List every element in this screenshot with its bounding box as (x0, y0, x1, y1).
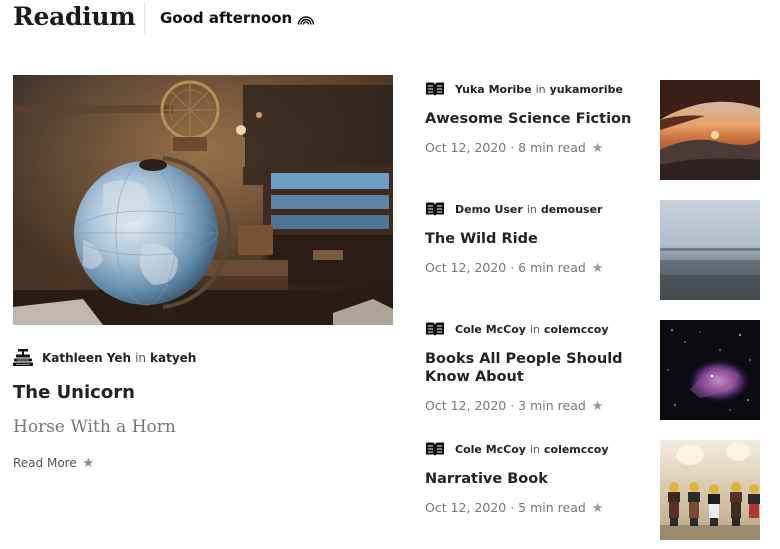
open-book-icon (425, 81, 445, 97)
open-book-icon (425, 321, 445, 337)
story-in-word: in (535, 82, 546, 96)
story-in-word: in (526, 202, 537, 216)
story-publication-link[interactable]: yukamoribe (550, 83, 623, 96)
story-thumbnail[interactable] (660, 80, 760, 180)
story-meta: Yuka Moribe in yukamoribe (425, 80, 623, 98)
story-info: Oct 12, 2020 · 8 min read ★ (425, 140, 604, 156)
open-book-icon (425, 441, 445, 457)
story-read-time: 8 min read (518, 140, 586, 155)
star-icon[interactable]: ★ (83, 456, 95, 471)
story-publication-link[interactable]: colemccoy (544, 443, 609, 456)
story-title[interactable]: Narrative Book (425, 470, 645, 488)
featured-story-image[interactable] (13, 75, 393, 325)
story-read-time: 6 min read (518, 260, 586, 275)
featured-publication-link[interactable]: katyeh (150, 351, 196, 365)
story-author-link[interactable]: Yuka Moribe (455, 83, 532, 96)
story-thumbnail[interactable] (660, 200, 760, 300)
story-publication-link[interactable]: colemccoy (544, 323, 609, 336)
story-publication-link[interactable]: demouser (541, 203, 603, 216)
story-title[interactable]: Books All People Should Know About (425, 350, 645, 386)
story-date: Oct 12, 2020 (425, 140, 507, 155)
star-icon[interactable]: ★ (592, 399, 604, 414)
star-icon[interactable]: ★ (592, 501, 604, 516)
story-thumbnail[interactable] (660, 320, 760, 420)
book-stack-icon (13, 349, 33, 367)
featured-author-link[interactable]: Kathleen Yeh (42, 351, 131, 365)
featured-in-word: in (135, 351, 147, 365)
read-more-link[interactable]: Read More ★ (13, 456, 94, 471)
story-author-link[interactable]: Cole McCoy (455, 443, 526, 456)
rainbow-icon (297, 11, 315, 25)
story-date: Oct 12, 2020 (425, 398, 507, 413)
story-date: Oct 12, 2020 (425, 500, 507, 515)
greeting: Good afternoon (160, 9, 315, 27)
header-divider (144, 2, 145, 34)
story-meta: Cole McCoy in colemccoy (425, 440, 609, 458)
story-info: Oct 12, 2020 · 6 min read ★ (425, 260, 604, 276)
open-book-icon (425, 201, 445, 217)
story-in-word: in (529, 442, 540, 456)
story-card[interactable]: Cole McCoy in colemccoy Narrative Book O… (425, 440, 760, 540)
story-card[interactable]: Cole McCoy in colemccoy Books All People… (425, 320, 760, 420)
featured-story-meta: Kathleen Yeh in katyeh (13, 349, 196, 367)
story-meta: Demo User in demouser (425, 200, 602, 218)
story-card[interactable]: Demo User in demouser The Wild Ride Oct … (425, 200, 760, 300)
greeting-text: Good afternoon (160, 9, 293, 27)
story-meta: Cole McCoy in colemccoy (425, 320, 609, 338)
story-thumbnail[interactable] (660, 440, 760, 540)
story-info: Oct 12, 2020 · 5 min read ★ (425, 500, 604, 516)
featured-story-title[interactable]: The Unicorn (13, 382, 135, 403)
story-title[interactable]: Awesome Science Fiction (425, 110, 645, 128)
story-read-time: 5 min read (518, 500, 586, 515)
story-card[interactable]: Yuka Moribe in yukamoribe Awesome Scienc… (425, 80, 760, 180)
story-read-time: 3 min read (518, 398, 586, 413)
star-icon[interactable]: ★ (592, 261, 604, 276)
star-icon[interactable]: ★ (592, 141, 604, 156)
top-header: Readium Good afternoon (0, 0, 780, 40)
story-in-word: in (529, 322, 540, 336)
story-date: Oct 12, 2020 (425, 260, 507, 275)
story-author-link[interactable]: Cole McCoy (455, 323, 526, 336)
story-title[interactable]: The Wild Ride (425, 230, 645, 248)
read-more-label: Read More (13, 456, 77, 470)
brand-logo[interactable]: Readium (13, 2, 136, 31)
featured-story-subtitle: Horse With a Horn (13, 417, 176, 437)
story-author-link[interactable]: Demo User (455, 203, 523, 216)
story-info: Oct 12, 2020 · 3 min read ★ (425, 398, 604, 414)
